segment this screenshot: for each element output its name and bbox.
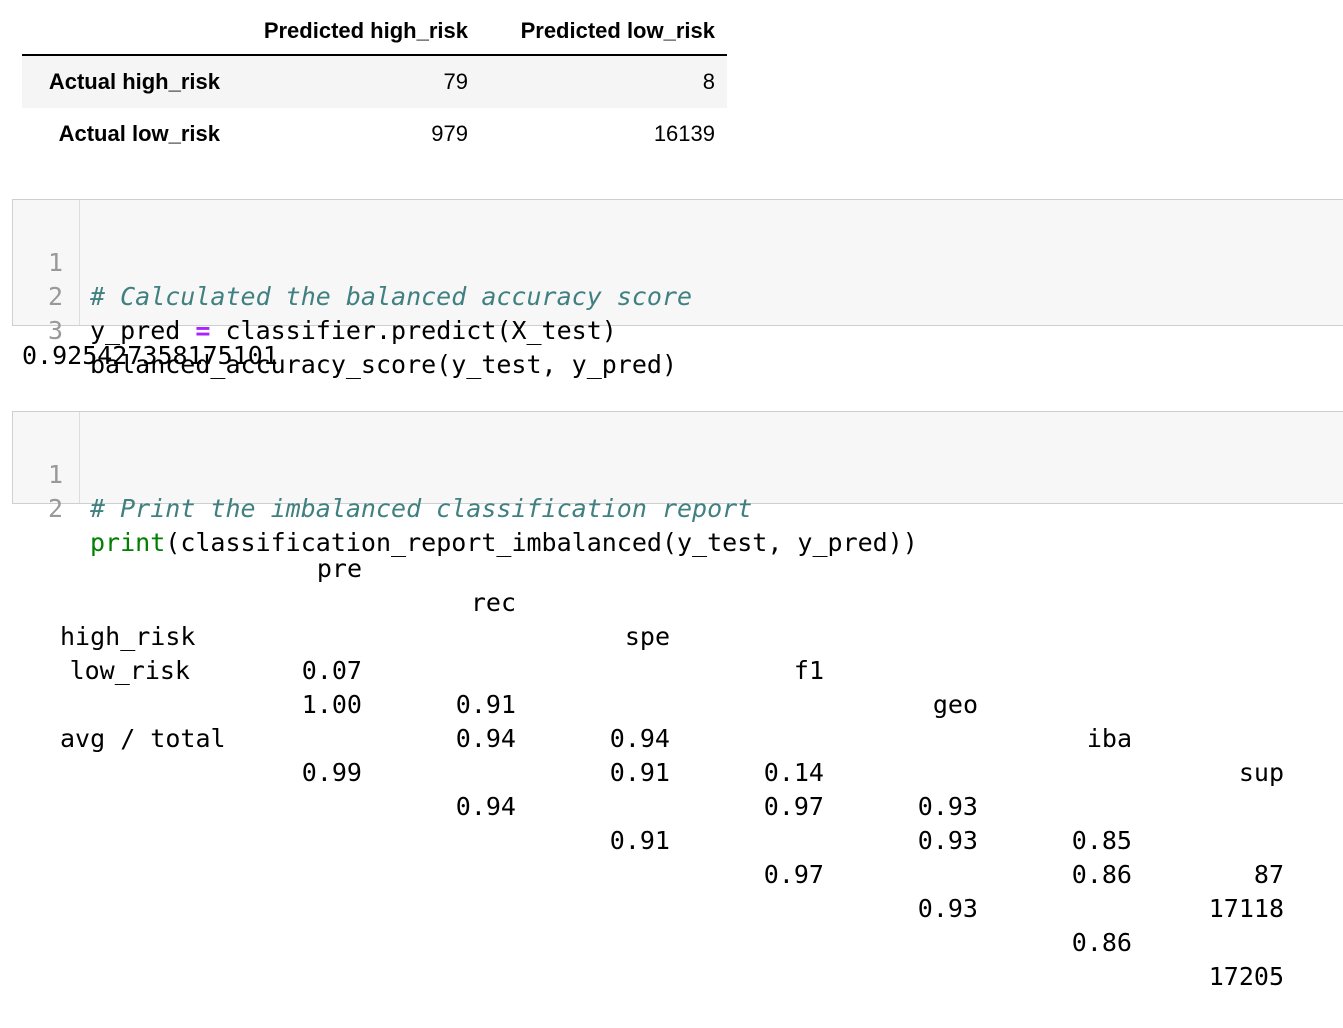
report-value: 0.93: [917, 894, 978, 923]
report-row: high_risk 0.07 0.91 0.94 0.14 0.93 0.85 …: [22, 586, 1322, 889]
table-row: Actual high_risk 79 8: [22, 55, 727, 108]
report-header: sup: [1238, 758, 1284, 787]
report-value: 0.97: [763, 792, 824, 821]
report-header: f1: [793, 656, 824, 685]
report-value: 0.93: [917, 792, 978, 821]
table-row: Actual low_risk 979 16139: [22, 108, 727, 160]
table-corner: [22, 8, 234, 56]
code-line: 2 print(classification_report_imbalanced…: [13, 458, 918, 557]
report-value: 87: [1253, 860, 1284, 889]
report-value: 17205: [1208, 962, 1284, 991]
report-value: 0.91: [609, 758, 670, 787]
report-value: 0.86: [1071, 860, 1132, 889]
code-line: 1 # Calculated the balanced accuracy sco…: [13, 212, 692, 311]
code-cell-classification-report[interactable]: 1 # Print the imbalanced classification …: [12, 411, 1343, 557]
table-cell: 979: [431, 121, 468, 146]
code-line: 1 # Print the imbalanced classification …: [13, 424, 752, 523]
report-header-row: pre rec spe f1 geo iba sup: [22, 518, 1322, 787]
report-value: 0.99: [301, 758, 362, 787]
table-cell: 8: [702, 69, 715, 94]
report-header: pre: [316, 554, 362, 583]
report-header: iba: [1086, 724, 1132, 753]
table-cell: 79: [443, 69, 468, 94]
report-row: avg / total 0.99 0.94 0.91 0.97 0.93 0.8…: [22, 688, 1322, 991]
report-value: 17118: [1208, 894, 1284, 923]
report-value: 0.91: [609, 826, 670, 855]
report-value: 0.94: [455, 792, 516, 821]
column-header: Predicted low_risk: [468, 8, 727, 56]
report-value: 0.94: [455, 724, 516, 753]
report-row-label: avg / total: [60, 724, 226, 753]
report-value: 0.86: [1071, 928, 1132, 957]
report-value: 0.14: [763, 758, 824, 787]
code-line: 3 balanced_accuracy_score(y_test, y_pred…: [13, 280, 677, 379]
table-cell: 16139: [653, 121, 715, 146]
report-row-label: low_risk: [69, 656, 190, 685]
report-value: 0.94: [609, 724, 670, 753]
report-value: 0.97: [763, 860, 824, 889]
report-row: low_risk 1.00 0.94 0.91 0.97 0.93 0.86 1…: [22, 620, 1322, 923]
table-header-row: Predicted high_risk Predicted low_risk: [22, 8, 727, 56]
row-header: Actual high_risk: [48, 69, 220, 94]
code-comment: # Calculated the balanced accuracy score: [90, 282, 693, 311]
row-header: Actual low_risk: [58, 121, 220, 146]
report-value: 0.07: [301, 656, 362, 685]
confusion-matrix-table: Predicted high_risk Predicted low_risk A…: [22, 8, 727, 160]
report-value: 0.85: [1071, 826, 1132, 855]
report-value: 0.93: [917, 826, 978, 855]
code-cell-balanced-accuracy[interactable]: 1 # Calculated the balanced accuracy sco…: [12, 199, 1343, 379]
code-line: 2 y_pred = classifier.predict(X_test): [13, 246, 617, 345]
cell-output: 0.925427358175101: [22, 341, 278, 370]
column-header: Predicted high_risk: [234, 8, 468, 56]
